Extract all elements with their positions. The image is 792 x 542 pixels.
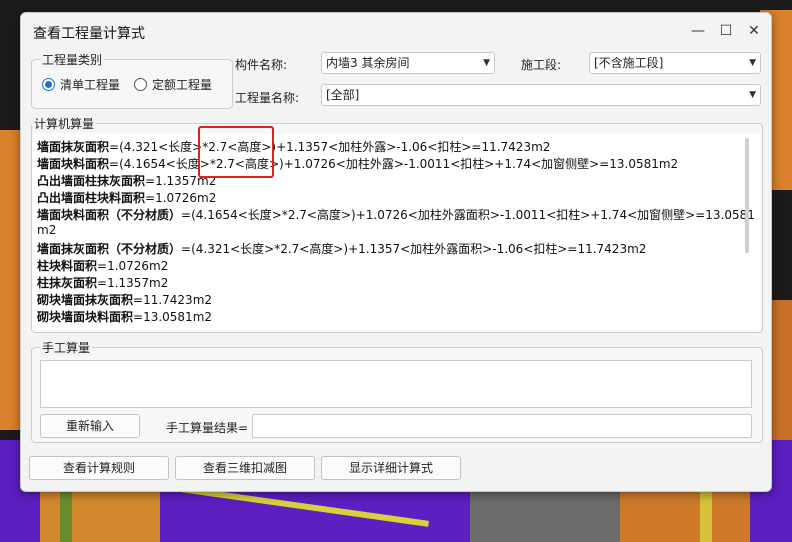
quantity-type-legend: 工程量类别: [40, 51, 105, 68]
chevron-down-icon: ▼: [483, 58, 490, 68]
manual-result-label: 手工算量结果=: [166, 421, 249, 435]
calc-line-formula: =(4.1654<长度>*2.7<高度>)+1.0726<加柱外露>-1.001…: [109, 157, 679, 171]
calc-line-name: 凸出墙面柱块料面积: [37, 191, 146, 205]
calc-line-name: 墙面块料面积: [37, 157, 110, 171]
title-bar[interactable]: 查看工程量计算式 — ☐ ✕: [21, 13, 771, 49]
computer-calc-group: 计算机算量 墙面抹灰面积=(4.321<长度>*2.7<高度>)+1.1357<…: [31, 115, 763, 333]
computer-calc-text[interactable]: 墙面抹灰面积=(4.321<长度>*2.7<高度>)+1.1357<加柱外露>-…: [32, 134, 760, 330]
manual-result-input[interactable]: [252, 414, 752, 438]
chevron-down-icon: ▼: [749, 90, 756, 100]
highlight-box: [198, 126, 274, 178]
calc-line-formula: =1.1357m2: [97, 276, 169, 290]
component-name-value: 内墙3 其余房间: [326, 56, 410, 70]
calc-line: 砌块墙面抹灰面积=11.7423m2: [37, 291, 212, 308]
close-icon[interactable]: ✕: [741, 19, 767, 43]
reenter-button[interactable]: 重新输入: [40, 414, 140, 438]
calc-line: m2: [37, 223, 56, 237]
calc-line-name: 砌块墙面抹灰面积: [37, 293, 134, 307]
calc-line: 凸出墙面柱抹灰面积=1.1357m2: [37, 172, 216, 189]
calc-line-name: 柱块料面积: [37, 259, 98, 273]
calc-line-formula: =1.0726m2: [97, 259, 169, 273]
radio-bill-quantity-label: 清单工程量: [60, 78, 121, 92]
calc-line: 墙面抹灰面积=(4.321<长度>*2.7<高度>)+1.1357<加柱外露>-…: [37, 138, 550, 155]
scene-wall: [40, 490, 160, 542]
quantity-name-value: [全部]: [326, 88, 360, 102]
quantity-name-select[interactable]: [全部] ▼: [321, 84, 761, 106]
radio-norm-quantity[interactable]: 定额工程量: [134, 76, 212, 93]
scene-column: [60, 488, 72, 542]
calc-line-formula: =(4.1654<长度>*2.7<高度>)+1.0726<加柱外露面积>-1.0…: [181, 208, 755, 222]
scene-wall: [0, 130, 22, 430]
calc-line-formula: =11.7423m2: [133, 293, 213, 307]
dialog-title: 查看工程量计算式: [33, 26, 145, 42]
calc-line-name: 墙面抹灰面积: [37, 140, 110, 154]
calc-line: 凸出墙面柱块料面积=1.0726m2: [37, 189, 216, 206]
stage-value: [不含施工段]: [594, 56, 664, 70]
stage-select[interactable]: [不含施工段] ▼: [589, 52, 761, 74]
maximize-icon[interactable]: ☐: [713, 19, 739, 43]
calc-line-name: 墙面抹灰面积（不分材质）: [37, 242, 182, 256]
calc-line: 墙面块料面积（不分材质）=(4.1654<长度>*2.7<高度>)+1.0726…: [37, 206, 755, 223]
show-detail-formula-button[interactable]: 显示详细计算式: [321, 456, 461, 480]
calc-line-formula: =13.0581m2: [133, 310, 213, 324]
quantity-type-group: 工程量类别 清单工程量 定额工程量: [31, 51, 233, 109]
calc-line: 墙面抹灰面积（不分材质）=(4.321<长度>*2.7<高度>)+1.1357<…: [37, 240, 646, 257]
radio-checked-icon: [42, 78, 55, 91]
radio-unchecked-icon: [134, 78, 147, 91]
manual-calc-legend: 手工算量: [40, 339, 93, 356]
calc-line-name: 墙面块料面积（不分材质）: [37, 208, 182, 222]
calc-line-name: 柱抹灰面积: [37, 276, 98, 290]
radio-norm-quantity-label: 定额工程量: [152, 78, 213, 92]
chevron-down-icon: ▼: [749, 58, 756, 68]
stage-label: 施工段:: [521, 58, 562, 72]
manual-calc-input[interactable]: [40, 360, 752, 408]
view-rules-button[interactable]: 查看计算规则: [29, 456, 169, 480]
calc-line-formula: m2: [37, 223, 57, 237]
scrollbar-thumb[interactable]: [745, 138, 749, 253]
calc-line: 砌块墙面块料面积=13.0581m2: [37, 308, 212, 325]
view-3d-deduction-button[interactable]: 查看三维扣减图: [175, 456, 315, 480]
calc-line: 柱块料面积=1.0726m2: [37, 257, 168, 274]
component-name-select[interactable]: 内墙3 其余房间 ▼: [321, 52, 495, 74]
computer-calc-legend: 计算机算量: [32, 115, 97, 132]
calc-line-name: 凸出墙面柱抹灰面积: [37, 174, 146, 188]
calc-line: 墙面块料面积=(4.1654<长度>*2.7<高度>)+1.0726<加柱外露>…: [37, 155, 678, 172]
quantity-formula-dialog: 查看工程量计算式 — ☐ ✕ 工程量类别 清单工程量 定额工程量 构件名称: 内…: [20, 12, 772, 492]
calc-line: 柱抹灰面积=1.1357m2: [37, 274, 168, 291]
manual-calc-group: 手工算量 重新输入 手工算量结果=: [31, 339, 763, 443]
calc-line-formula: =1.0726m2: [145, 191, 217, 205]
calc-line-formula: =(4.321<长度>*2.7<高度>)+1.1357<加柱外露>-1.06<扣…: [109, 140, 551, 154]
radio-bill-quantity[interactable]: 清单工程量: [42, 76, 120, 93]
calc-line-formula: =(4.321<长度>*2.7<高度>)+1.1357<加柱外露面积>-1.06…: [181, 242, 647, 256]
minimize-icon[interactable]: —: [685, 19, 711, 43]
component-name-label: 构件名称:: [235, 58, 288, 72]
calc-line-name: 砌块墙面块料面积: [37, 310, 134, 324]
quantity-name-label: 工程量名称:: [235, 91, 300, 105]
